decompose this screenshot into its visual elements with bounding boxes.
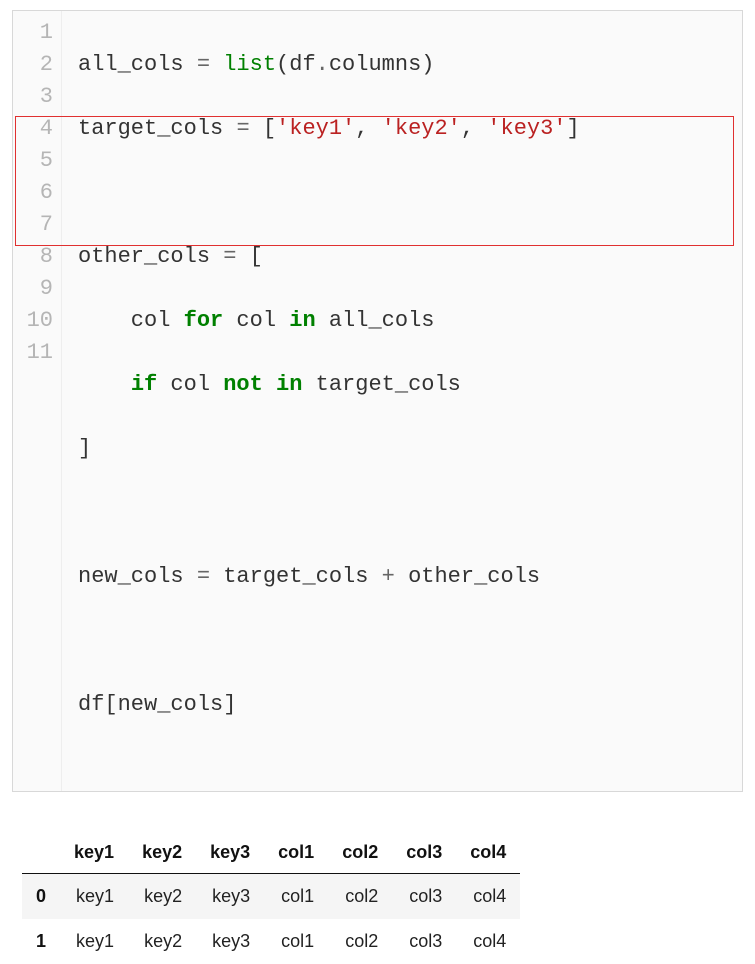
row-index: 0: [22, 874, 60, 920]
table-header-row: key1 key2 key3 col1 col2 col3 col4: [22, 832, 520, 874]
code-line: all_cols = list(df.columns): [78, 49, 728, 81]
table-row: 1 key1 key2 key3 col1 col2 col3 col4: [22, 919, 520, 964]
column-header: col4: [456, 832, 520, 874]
row-index: 1: [22, 919, 60, 964]
cell: key1: [60, 919, 128, 964]
cell: key2: [128, 874, 196, 920]
cell: col4: [456, 919, 520, 964]
column-header: col3: [392, 832, 456, 874]
line-number-gutter: 1 2 3 4 5 6 7 8 9 10 11: [13, 11, 62, 791]
line-number: 11: [13, 337, 61, 369]
cell: col4: [456, 874, 520, 920]
line-number: 3: [13, 81, 61, 113]
line-number: 7: [13, 209, 61, 241]
cell: key1: [60, 874, 128, 920]
column-header: key3: [196, 832, 264, 874]
code-line: ]: [78, 433, 728, 465]
cell: key3: [196, 874, 264, 920]
cell: key3: [196, 919, 264, 964]
cell: col1: [264, 919, 328, 964]
code-line: col for col in all_cols: [78, 305, 728, 337]
column-header: key2: [128, 832, 196, 874]
column-header: col1: [264, 832, 328, 874]
table-row: 0 key1 key2 key3 col1 col2 col3 col4: [22, 874, 520, 920]
code-line: new_cols = target_cols + other_cols: [78, 561, 728, 593]
code-line: [78, 177, 728, 209]
cell: col1: [264, 874, 328, 920]
line-number: 5: [13, 145, 61, 177]
line-number: 2: [13, 49, 61, 81]
line-number: 4: [13, 113, 61, 145]
column-header: key1: [60, 832, 128, 874]
cell: col3: [392, 919, 456, 964]
code-block: 1 2 3 4 5 6 7 8 9 10 11 all_cols = list(…: [12, 10, 743, 792]
output-dataframe: key1 key2 key3 col1 col2 col3 col4 0 key…: [22, 832, 755, 964]
line-number: 9: [13, 273, 61, 305]
code-line: [78, 497, 728, 529]
code-line: [78, 625, 728, 657]
line-number: 10: [13, 305, 61, 337]
code-line: target_cols = ['key1', 'key2', 'key3']: [78, 113, 728, 145]
cell: col3: [392, 874, 456, 920]
line-number: 6: [13, 177, 61, 209]
cell: col2: [328, 874, 392, 920]
cell: key2: [128, 919, 196, 964]
code-line: if col not in target_cols: [78, 369, 728, 401]
dataframe-table: key1 key2 key3 col1 col2 col3 col4 0 key…: [22, 832, 520, 964]
line-number: 8: [13, 241, 61, 273]
line-number: 1: [13, 17, 61, 49]
column-header: col2: [328, 832, 392, 874]
cell: col2: [328, 919, 392, 964]
code-line: df[new_cols]: [78, 689, 728, 721]
code-content: all_cols = list(df.columns) target_cols …: [62, 11, 742, 791]
code-line: other_cols = [: [78, 241, 728, 273]
table-corner: [22, 832, 60, 874]
